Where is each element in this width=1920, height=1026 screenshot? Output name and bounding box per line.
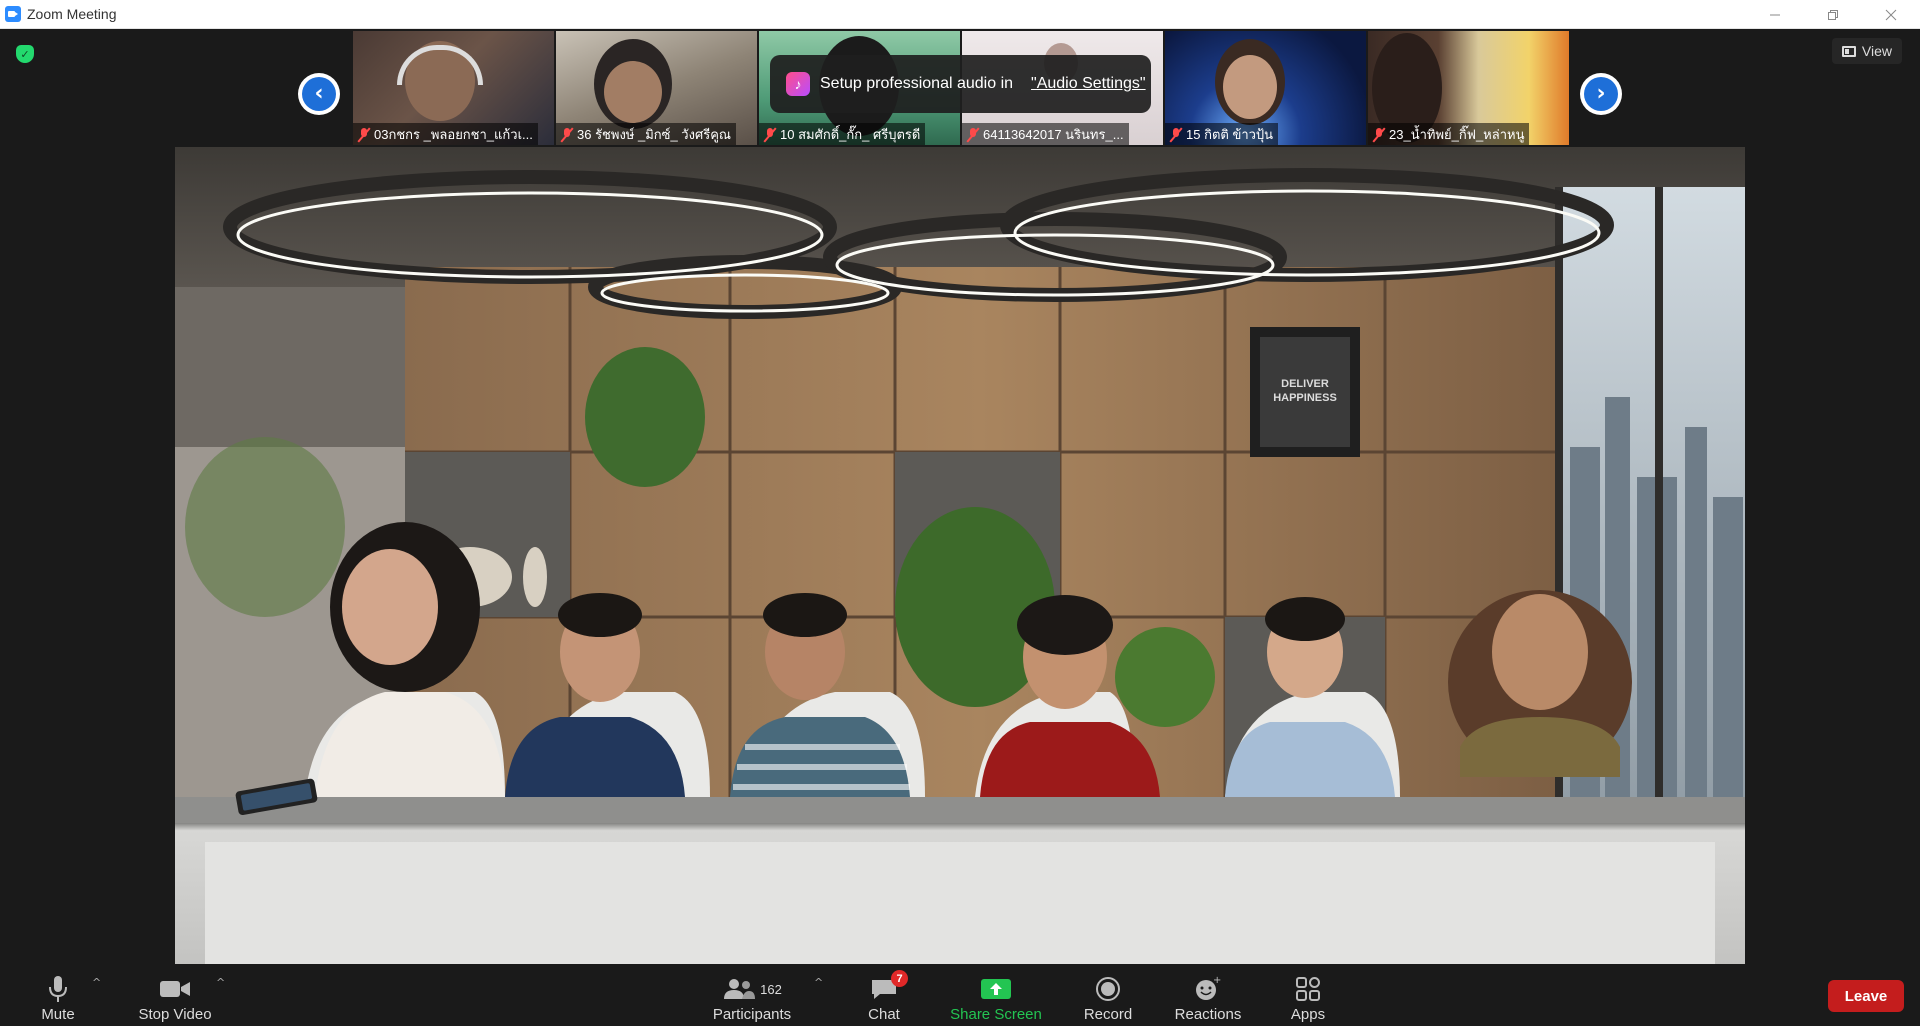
participant-name: 36 รัชพงษ์ _มิกซ์_ วังศรีคูณ (577, 126, 731, 142)
stop-video-button[interactable]: Stop Video (135, 964, 215, 1026)
notification-text: Setup professional audio in (820, 75, 1014, 92)
participant-name: 10 สมศักดิ์_กั๊ก_ ศรีบุตรดี (780, 126, 921, 142)
participant-tile[interactable]: 03กชกร _พลอยกชา_แก้วเ... (353, 31, 554, 145)
chat-button[interactable]: 7 Chat (862, 964, 908, 1026)
gallery-next-button[interactable]: › (1580, 73, 1622, 115)
title-bar: Zoom Meeting (0, 0, 1920, 29)
mic-muted-icon (764, 127, 776, 142)
share-screen-label: Share Screen (950, 1006, 1042, 1023)
minimize-icon (1770, 14, 1780, 15)
participant-tile[interactable]: 15 กิตติ ข้าวปุ้น (1165, 31, 1366, 145)
zoom-app-icon (5, 6, 21, 22)
chat-label: Chat (868, 1006, 900, 1023)
participant-name: 15 กิตติ ข้าวปุ้น (1186, 126, 1274, 142)
apps-icon (1295, 972, 1321, 1006)
mute-label: Mute (41, 1006, 75, 1023)
reactions-label: Reactions (1174, 1006, 1242, 1023)
participant-name-label: 64113642017 นรินทร_... (962, 123, 1129, 145)
microphone-icon (47, 972, 69, 1006)
leave-button[interactable]: Leave (1828, 980, 1904, 1012)
chat-unread-badge: 7 (891, 970, 908, 987)
participant-name-label: 15 กิตติ ข้าวปุ้น (1165, 123, 1279, 145)
participant-video (1223, 55, 1277, 119)
mic-muted-icon (561, 127, 573, 142)
close-icon (1885, 9, 1897, 20)
restore-button[interactable] (1804, 0, 1862, 29)
apps-button[interactable]: Apps (1286, 964, 1330, 1026)
reactions-button[interactable]: + Reactions (1170, 964, 1246, 1026)
view-button[interactable]: View (1831, 38, 1902, 64)
restore-icon (1828, 9, 1838, 20)
view-label: View (1861, 43, 1892, 59)
music-note-icon: ♪ (786, 72, 810, 96)
audio-options-caret-icon[interactable]: ^ (92, 976, 101, 989)
participant-name-label: 36 รัชพงษ์ _มิกซ์_ วังศรีคูณ (556, 123, 736, 145)
meeting-area: ✓ View ‹ › 03กชกร _พลอยกชา_แก้วเ... 36 ร… (0, 29, 1920, 965)
video-options-caret-icon[interactable]: ^ (216, 976, 225, 989)
record-icon (1095, 972, 1121, 1006)
participant-name: 03กชกร _พลอยกชา_แก้วเ... (374, 126, 533, 142)
participant-name: 23_น้ำทิพย์_กิ๊ฟ_หล่าหนู (1389, 126, 1525, 142)
poster-text: DELIVER (1281, 378, 1329, 390)
participant-name-label: 23_น้ำทิพย์_กิ๊ฟ_หล่าหนู (1368, 123, 1530, 145)
apps-label: Apps (1290, 1006, 1326, 1023)
meeting-toolbar: Mute ^ Stop Video ^ 162 Participants ^ 7… (0, 964, 1920, 1026)
mic-muted-icon (358, 127, 370, 142)
smiley-reactions-icon: + (1194, 972, 1222, 1006)
audio-settings-link[interactable]: "Audio Settings" (1031, 75, 1146, 93)
chevron-right-icon: › (1584, 77, 1618, 111)
gallery-prev-button[interactable]: ‹ (298, 73, 340, 115)
minimize-button[interactable] (1746, 0, 1804, 29)
chat-bubble-icon: 7 (870, 970, 908, 1006)
audio-settings-notification[interactable]: ♪ Setup professional audio in "Audio Set… (770, 55, 1151, 113)
participant-tile[interactable]: 36 รัชพงษ์ _มิกซ์_ วังศรีคูณ (556, 31, 757, 145)
participant-tile[interactable]: 23_น้ำทิพย์_กิ๊ฟ_หล่าหนู (1368, 31, 1569, 145)
mute-button[interactable]: Mute (30, 964, 86, 1026)
window-controls (1746, 0, 1920, 29)
participant-name-label: 10 สมศักดิ์_กั๊ก_ ศรีบุตรดี (759, 123, 926, 145)
record-button[interactable]: Record (1080, 964, 1136, 1026)
participant-name: 64113642017 นรินทร_... (983, 126, 1124, 142)
chevron-left-icon: ‹ (302, 77, 336, 111)
participant-name-label: 03กชกร _พลอยกชา_แก้วเ... (353, 123, 538, 145)
record-label: Record (1083, 1006, 1133, 1023)
window-title: Zoom Meeting (27, 6, 117, 22)
participants-icon: 162 (712, 972, 792, 1006)
mic-muted-icon (1170, 127, 1182, 142)
svg-text:+: + (1213, 976, 1221, 986)
poster-text: HAPPINESS (1273, 392, 1337, 404)
participants-label: Participants (712, 1006, 792, 1023)
video-camera-icon (159, 972, 191, 1006)
view-grid-icon (1841, 45, 1856, 57)
participants-options-caret-icon[interactable]: ^ (814, 976, 823, 989)
participants-button[interactable]: 162 Participants (712, 964, 792, 1026)
mic-muted-icon (1373, 127, 1385, 142)
video-label: Stop Video (138, 1006, 212, 1023)
security-shield-icon[interactable]: ✓ (16, 45, 34, 63)
speaker-video-scene: DELIVER HAPPINESS (175, 147, 1745, 965)
mic-muted-icon (967, 127, 979, 142)
participants-count: 162 (760, 981, 782, 997)
participant-video-headphones (397, 45, 483, 85)
share-screen-button[interactable]: Share Screen (946, 964, 1046, 1026)
close-button[interactable] (1862, 0, 1920, 29)
participant-video (604, 61, 662, 123)
share-screen-icon (980, 972, 1012, 1006)
immersive-office-background: DELIVER HAPPINESS (175, 147, 1745, 965)
